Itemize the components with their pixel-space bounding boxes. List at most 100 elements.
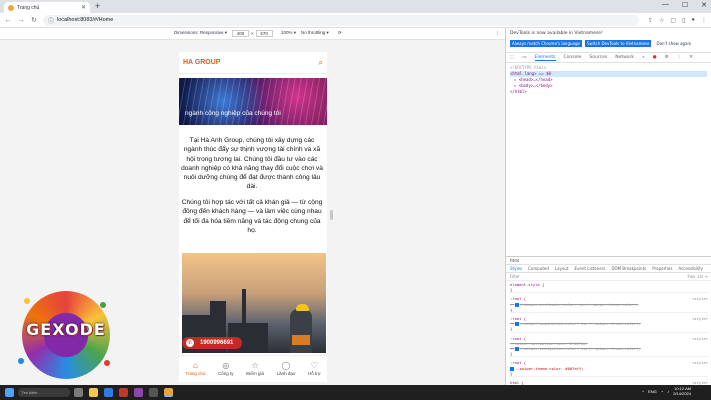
language-indicator[interactable]: ENG xyxy=(648,389,657,394)
building-icon: ◎ xyxy=(222,360,230,370)
start-icon[interactable] xyxy=(5,388,14,397)
clock[interactable]: 10:12 AM 2/14/2024 xyxy=(673,386,691,396)
resize-handle[interactable] xyxy=(330,210,333,220)
tray-chevron-icon[interactable]: ^ xyxy=(642,389,644,394)
height-input[interactable]: 670 xyxy=(255,30,273,37)
close-window-icon[interactable]: ✕ xyxy=(701,1,707,9)
logo-text: GEXODE xyxy=(26,320,106,339)
devtools-menu-icon[interactable]: ⋮ xyxy=(677,55,682,60)
language-notice: DevTools is now available in Vietnamese!… xyxy=(506,28,711,53)
sidepanel-icon[interactable]: ▯ xyxy=(682,17,685,24)
nav-label: Điểm giá xyxy=(246,370,264,376)
favicon-icon xyxy=(8,4,14,11)
hardhat xyxy=(296,304,309,311)
width-input[interactable]: 400 xyxy=(232,30,249,37)
subtab-layout[interactable]: Layout xyxy=(555,266,569,271)
wifi-icon[interactable]: ◔ xyxy=(661,389,663,394)
error-count-icon[interactable]: ● xyxy=(653,55,657,60)
zoom-select[interactable]: 100% ▾ xyxy=(281,30,296,36)
new-tab-icon[interactable]: + xyxy=(95,2,100,11)
style-rules: element.style { } <style> :root { ☐ --sw… xyxy=(506,281,711,386)
tab-sources[interactable]: Sources xyxy=(589,55,607,60)
settings-icon[interactable]: ⚙ xyxy=(665,55,669,60)
banner-light-rays xyxy=(179,78,327,125)
device-more-icon[interactable]: ⋮ xyxy=(495,30,500,36)
maximize-icon[interactable]: ☐ xyxy=(682,1,688,9)
share-icon[interactable]: ⇪ xyxy=(648,17,653,24)
address-bar[interactable]: ⓘ localhost:8083/#/Home xyxy=(43,14,639,26)
devtools-panel: DevTools is now available in Vietnamese!… xyxy=(505,28,711,385)
rule-root[interactable]: <style> :root { --swiper-navigation-size… xyxy=(510,336,708,358)
nav-home[interactable]: ⌂ Trang chủ xyxy=(185,361,205,376)
subtab-event-listeners[interactable]: Event Listeners xyxy=(575,266,606,271)
color-swatch[interactable] xyxy=(514,347,519,352)
nav-leadership[interactable]: ◯ Lãnh đạo xyxy=(277,361,296,376)
terminal-icon[interactable] xyxy=(149,388,158,397)
subtab-dom-breakpoints[interactable]: DOM Breakpoints xyxy=(611,266,646,271)
devtools-tabs: ⬚ ▭ Elements Console Sources Network » ●… xyxy=(506,53,711,63)
tab-more[interactable]: » xyxy=(642,55,645,60)
device-icon[interactable]: ▭ xyxy=(522,55,526,60)
menu-icon[interactable]: ⋮ xyxy=(701,17,707,24)
styles-filter[interactable]: Filter :hov .cls + xyxy=(506,273,711,281)
subtab-styles[interactable]: Styles xyxy=(510,266,522,271)
rule-root[interactable]: <style> :root { --swiper-theme-color: #0… xyxy=(510,360,708,378)
toolbar-actions: ⇪ ☆ ▢ ▯ ● ⋮ xyxy=(648,17,707,24)
tab-title: Trang chủ xyxy=(17,4,40,11)
color-swatch[interactable] xyxy=(514,302,519,307)
site-info-icon[interactable]: ⓘ xyxy=(48,16,54,25)
hotline-button[interactable]: ✆ 1900996691 xyxy=(182,337,242,349)
subtab-properties[interactable]: Properties xyxy=(652,266,672,271)
throttling-select[interactable]: No throttling ▾ xyxy=(301,30,329,36)
devtools-close-icon[interactable]: ✕ xyxy=(689,55,693,60)
subtab-computed[interactable]: Computed xyxy=(528,266,549,271)
taskview-icon[interactable] xyxy=(74,388,83,397)
system-tray: ^ ENG ◔ ♪ 10:12 AM 2/14/2024 xyxy=(642,386,691,396)
dont-show-button[interactable]: Don't show again xyxy=(654,40,693,47)
phone-icon: ✆ xyxy=(186,339,194,347)
nav-company[interactable]: ◎ Công ty xyxy=(218,361,234,376)
switch-language-button[interactable]: Switch DevTools to Vietnamese xyxy=(584,40,652,47)
site-header: HA GROUP ⌕ xyxy=(179,52,327,74)
search-icon[interactable]: ⌕ xyxy=(319,58,323,68)
dimensions-select[interactable]: Dimensions: Responsive ▾ xyxy=(174,30,227,36)
volume-icon[interactable]: ♪ xyxy=(667,389,669,394)
rotate-icon[interactable]: ⟳ xyxy=(338,30,342,36)
brand-logo[interactable]: HA GROUP xyxy=(183,59,220,66)
hero-banner: ngành công nghiệp của chúng tôi xyxy=(179,78,327,125)
vscode-icon[interactable] xyxy=(134,388,143,397)
rule-element-style[interactable]: element.style { } xyxy=(510,282,708,294)
taskbar-search[interactable]: Tìm kiếm xyxy=(18,388,70,397)
close-tab-icon[interactable]: ✕ xyxy=(81,4,86,11)
nav-highlights[interactable]: ☆ Điểm giá xyxy=(246,361,264,376)
filter-actions[interactable]: :hov .cls + xyxy=(687,274,708,279)
rule-root[interactable]: <style> :root { ☐ --swiper-pagination-co… xyxy=(510,316,708,333)
bookmark-star-icon[interactable]: ☆ xyxy=(659,17,664,24)
forward-icon[interactable]: → xyxy=(17,17,25,24)
times-icon: × xyxy=(251,31,254,36)
color-swatch[interactable] xyxy=(514,322,519,327)
inspect-icon[interactable]: ⬚ xyxy=(510,55,514,60)
html-close[interactable]: </html> xyxy=(510,89,707,95)
breadcrumb[interactable]: html xyxy=(506,256,711,264)
edge-icon[interactable] xyxy=(104,388,113,397)
chrome-icon[interactable] xyxy=(164,388,173,397)
match-language-button[interactable]: Always match Chrome's language xyxy=(510,40,582,47)
notice-text: DevTools is now available in Vietnamese! xyxy=(510,31,603,36)
reload-icon[interactable]: ↻ xyxy=(30,16,38,24)
back-icon[interactable]: ← xyxy=(4,17,12,24)
nav-support[interactable]: ♡ Hỗ trợ xyxy=(308,361,321,376)
app-icon[interactable] xyxy=(119,388,128,397)
tab-network[interactable]: Network xyxy=(615,55,634,60)
subtab-accessibility[interactable]: Accessibility xyxy=(678,266,703,271)
hotline-number: 1900996691 xyxy=(200,340,234,346)
dimension-inputs: 400 × 670 xyxy=(232,30,273,37)
profile-icon[interactable]: ● xyxy=(691,17,695,24)
browser-tab[interactable]: Trang chủ ✕ xyxy=(4,2,90,13)
tab-console[interactable]: Console xyxy=(564,55,582,60)
minimize-icon[interactable]: — xyxy=(662,1,669,9)
tab-elements[interactable]: Elements xyxy=(534,55,556,61)
rule-root[interactable]: <style> :root { ☐ --swiper-preloader-col… xyxy=(510,296,708,314)
extensions-icon[interactable]: ▢ xyxy=(670,17,676,24)
explorer-icon[interactable] xyxy=(89,388,98,397)
